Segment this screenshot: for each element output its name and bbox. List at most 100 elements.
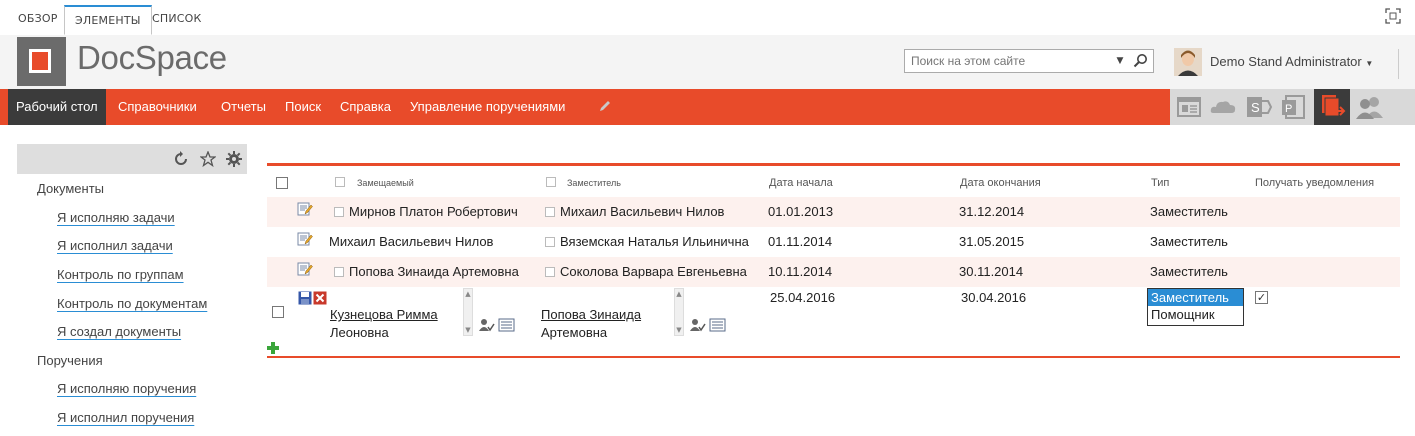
- refresh-icon[interactable]: [173, 151, 189, 167]
- edit-links-icon[interactable]: [598, 99, 612, 113]
- deputy-people-picker[interactable]: Попова Зинаида Артемовна: [541, 306, 671, 340]
- cell-type: Заместитель: [1150, 234, 1228, 249]
- edit-row-icon[interactable]: [297, 201, 313, 217]
- row-checkbox[interactable]: [545, 267, 555, 277]
- sidebar-item-my-tasks[interactable]: Я исполняю задачи: [57, 210, 175, 225]
- cell-start-date: 01.01.2013: [768, 204, 834, 219]
- sidebar-item-group-control[interactable]: Контроль по группам: [57, 267, 184, 282]
- nav-item-search[interactable]: Поиск: [285, 89, 321, 125]
- search-icon[interactable]: [1133, 53, 1149, 69]
- top-navigation: Рабочий стол Справочники Отчеты Поиск Сп…: [0, 89, 1415, 125]
- scroll-up-icon[interactable]: ▲: [464, 290, 472, 298]
- header-scrollbar[interactable]: [1398, 49, 1412, 79]
- picked-person-name-cont: Леоновна: [330, 325, 389, 340]
- cancel-icon[interactable]: [313, 291, 327, 305]
- check-names-icon[interactable]: [690, 317, 730, 333]
- column-header-deputy[interactable]: Заместитель: [567, 178, 621, 188]
- onedrive-icon[interactable]: [1207, 91, 1239, 123]
- cell-deputy: Вяземская Наталья Ильинична: [560, 234, 749, 249]
- column-checkbox-deputy[interactable]: [546, 177, 556, 187]
- nav-item-directories[interactable]: Справочники: [118, 89, 197, 125]
- ribbon-tab-items[interactable]: ЭЛЕМЕНТЫ: [64, 5, 152, 35]
- chevron-down-icon: ▼: [1365, 59, 1374, 68]
- star-icon[interactable]: [200, 151, 216, 167]
- save-icon[interactable]: [298, 291, 312, 305]
- cell-type: Заместитель: [1150, 264, 1228, 279]
- scroll-down-icon[interactable]: ▼: [675, 326, 683, 334]
- row-checkbox[interactable]: [272, 306, 284, 318]
- deputy-picker-scrollbar[interactable]: ▲ ▼: [674, 288, 684, 336]
- column-checkbox-replaced[interactable]: [335, 177, 345, 187]
- sidebar-group-assignments: Поручения: [37, 353, 103, 368]
- grid-bottom-border: [267, 356, 1400, 358]
- row-checkbox[interactable]: [334, 207, 344, 217]
- cell-replaced: Михаил Васильевич Нилов: [329, 234, 494, 249]
- search-scope-dropdown-icon[interactable]: ▼: [1113, 50, 1127, 72]
- type-select[interactable]: Заместитель Помощник: [1147, 288, 1244, 326]
- sidebar-item-completed-tasks[interactable]: Я исполнил задачи: [57, 238, 173, 253]
- cell-type: Заместитель: [1150, 204, 1228, 219]
- nav-item-desktop[interactable]: Рабочий стол: [8, 89, 106, 125]
- row-checkbox[interactable]: [545, 237, 555, 247]
- picked-person-name-cont: Артемовна: [541, 325, 608, 340]
- app-launcher-bar: S P: [1170, 89, 1415, 125]
- scroll-up-icon[interactable]: ▲: [675, 290, 683, 298]
- column-header-end-date[interactable]: Дата окончания: [960, 177, 1041, 189]
- column-header-replaced[interactable]: Замещаемый: [357, 178, 414, 188]
- start-date-field[interactable]: 25.04.2016: [770, 290, 835, 305]
- project-icon[interactable]: P: [1278, 91, 1310, 123]
- people-icon[interactable]: [1353, 91, 1385, 123]
- replaced-picker-scrollbar[interactable]: ▲ ▼: [463, 288, 473, 336]
- workflow-icon: [1322, 95, 1346, 117]
- sidebar-item-document-control[interactable]: Контроль по документам: [57, 296, 207, 311]
- end-date-field[interactable]: 30.04.2016: [961, 290, 1026, 305]
- check-names-icon[interactable]: [479, 317, 519, 333]
- nav-item-assignments[interactable]: Управление поручениями: [410, 89, 565, 125]
- table-row: Михаил Васильевич Нилов Вяземская Наталь…: [267, 227, 1400, 257]
- avatar[interactable]: [1174, 48, 1202, 76]
- sidebar-item-completed-assignments[interactable]: Я исполнил поручения: [57, 410, 194, 425]
- gear-icon[interactable]: [226, 151, 242, 167]
- nav-item-help[interactable]: Справка: [340, 89, 391, 125]
- edit-row-icon[interactable]: [297, 261, 313, 277]
- cell-replaced: Попова Зинаида Артемовна: [349, 264, 519, 279]
- notify-checkbox[interactable]: ✓: [1255, 291, 1268, 304]
- sidebar-item-my-assignments[interactable]: Я исполняю поручения: [57, 381, 196, 396]
- user-menu[interactable]: Demo Stand Administrator ▼: [1210, 54, 1373, 69]
- svg-text:P: P: [1285, 103, 1292, 115]
- scroll-down-icon[interactable]: ▼: [464, 326, 472, 334]
- cell-end-date: 31.05.2015: [959, 234, 1025, 249]
- replaced-people-picker[interactable]: Кузнецова Римма Леоновна: [330, 306, 460, 340]
- add-row-icon[interactable]: [267, 342, 279, 354]
- sharepoint-icon[interactable]: S: [1243, 91, 1275, 123]
- cell-end-date: 30.11.2014: [959, 264, 1024, 279]
- type-option-assistant[interactable]: Помощник: [1148, 306, 1243, 323]
- column-header-start-date[interactable]: Дата начала: [769, 177, 833, 189]
- site-title[interactable]: DocSpace: [77, 39, 227, 77]
- nav-item-reports[interactable]: Отчеты: [221, 89, 266, 125]
- edit-row-icon[interactable]: [297, 231, 313, 247]
- ribbon-tabs: ОБЗОР ЭЛЕМЕНТЫ СПИСОК: [0, 0, 1415, 35]
- row-checkbox[interactable]: [545, 207, 555, 217]
- grid-top-border: [267, 163, 1400, 166]
- picked-person-name[interactable]: Кузнецова Римма: [330, 306, 460, 324]
- site-header: DocSpace ▼ Demo Stand Administrator ▼: [0, 35, 1415, 89]
- picked-person-name[interactable]: Попова Зинаида: [541, 306, 671, 324]
- search-input[interactable]: [905, 50, 1105, 72]
- sidebar-item-created-documents[interactable]: Я создал документы: [57, 324, 181, 339]
- cell-replaced: Мирнов Платон Робертович: [349, 204, 518, 219]
- select-all-checkbox[interactable]: [276, 177, 288, 189]
- sidebar-group-documents: Документы: [37, 181, 105, 196]
- site-logo[interactable]: [17, 37, 66, 86]
- table-row: Попова Зинаида Артемовна Соколова Варвар…: [267, 257, 1400, 287]
- ribbon-tab-list[interactable]: СПИСОК: [142, 5, 212, 35]
- focus-mode-icon[interactable]: [1385, 8, 1401, 24]
- newsfeed-icon[interactable]: [1173, 91, 1205, 123]
- column-header-notifications[interactable]: Получать уведомления: [1255, 177, 1374, 189]
- type-option-deputy[interactable]: Заместитель: [1148, 289, 1243, 306]
- ribbon-tab-overview[interactable]: ОБЗОР: [8, 5, 68, 35]
- column-header-type[interactable]: Тип: [1151, 177, 1169, 189]
- workflow-app[interactable]: [1314, 89, 1350, 125]
- user-name: Demo Stand Administrator: [1210, 54, 1362, 69]
- row-checkbox[interactable]: [334, 267, 344, 277]
